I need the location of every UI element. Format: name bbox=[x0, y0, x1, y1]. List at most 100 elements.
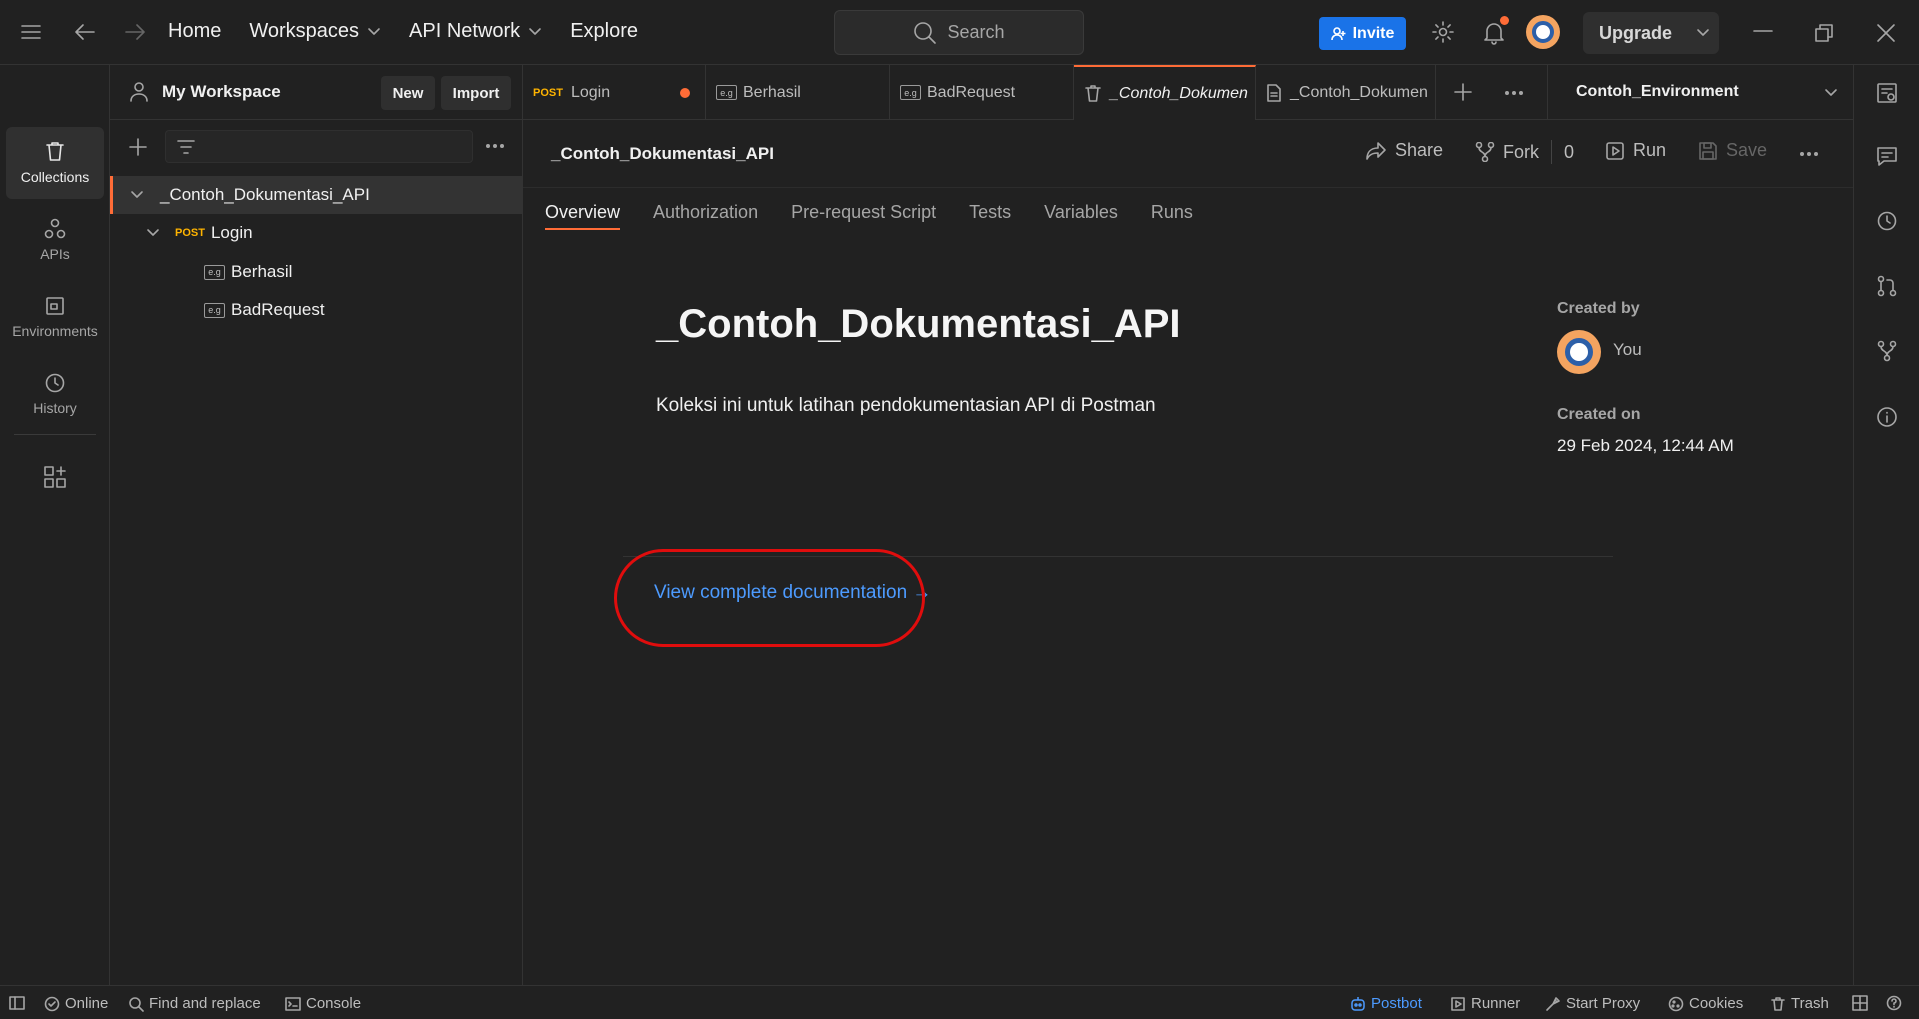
collection-icon bbox=[1085, 84, 1101, 102]
cookies-button[interactable]: Cookies bbox=[1668, 995, 1743, 1012]
forward-arrow-icon[interactable] bbox=[124, 22, 146, 42]
toggle-sidebar-icon[interactable] bbox=[9, 996, 25, 1010]
tab-bar: POST Login e.g Berhasil e.g BadRequest _… bbox=[523, 65, 1547, 120]
invite-button[interactable]: Invite bbox=[1319, 17, 1406, 50]
document-icon bbox=[1267, 83, 1281, 102]
add-collection-plus-icon[interactable] bbox=[128, 137, 148, 157]
api-network-label: API Network bbox=[409, 20, 521, 42]
workspace-title: My Workspace bbox=[162, 82, 281, 101]
chevron-down-icon bbox=[1697, 29, 1709, 36]
cookies-label: Cookies bbox=[1689, 995, 1744, 1012]
import-label: Import bbox=[452, 84, 500, 102]
tab-tests[interactable]: Tests bbox=[969, 188, 1011, 236]
tab-authorization[interactable]: Authorization bbox=[653, 188, 758, 236]
history-clock-icon bbox=[45, 373, 65, 393]
tab-badrequest[interactable]: e.g BadRequest bbox=[890, 65, 1074, 120]
tab-login[interactable]: POST Login bbox=[523, 65, 706, 120]
rail-item-apis[interactable]: APIs bbox=[6, 205, 104, 275]
example-name: BadRequest bbox=[231, 300, 325, 319]
settings-gear-icon[interactable] bbox=[1431, 20, 1455, 44]
run-button[interactable]: Run bbox=[1605, 140, 1666, 161]
tree-item-request-login[interactable]: POST Login bbox=[110, 214, 522, 252]
new-button[interactable]: New bbox=[381, 76, 435, 110]
rail-label-apis: APIs bbox=[40, 246, 70, 262]
rail-item-environments[interactable]: Environments bbox=[6, 282, 104, 352]
chevron-down-icon bbox=[147, 229, 159, 236]
notifications-bell-icon[interactable] bbox=[1482, 16, 1509, 46]
postbot-button[interactable]: Postbot bbox=[1350, 995, 1422, 1012]
postbot-icon bbox=[1351, 996, 1365, 1011]
two-pane-view-icon[interactable] bbox=[1852, 995, 1868, 1011]
save-button[interactable]: Save bbox=[1698, 140, 1767, 161]
rail-item-history[interactable]: History bbox=[6, 359, 104, 429]
add-user-icon bbox=[1330, 26, 1346, 40]
tree-item-example-badrequest[interactable]: e.g BadRequest bbox=[110, 291, 522, 329]
tab-variables[interactable]: Variables bbox=[1044, 188, 1118, 236]
share-label: Share bbox=[1395, 140, 1444, 160]
runner-button[interactable]: Runner bbox=[1450, 995, 1520, 1012]
pull-requests-icon[interactable] bbox=[1876, 275, 1898, 297]
trash-button[interactable]: Trash bbox=[1770, 995, 1829, 1012]
find-replace-button[interactable]: Find and replace bbox=[128, 995, 261, 1012]
tab-collection-docs[interactable]: _Contoh_Dokumen bbox=[1256, 65, 1436, 120]
online-status[interactable]: Online bbox=[44, 995, 108, 1012]
documentation-description[interactable]: Koleksi ini untuk latihan pendokumentasi… bbox=[656, 395, 1156, 417]
notification-dot bbox=[1500, 16, 1509, 25]
more-options-icon[interactable] bbox=[485, 142, 505, 150]
workspaces-menu[interactable]: Workspaces bbox=[249, 20, 381, 43]
close-icon[interactable] bbox=[1876, 23, 1896, 43]
filter-input[interactable] bbox=[165, 130, 473, 163]
example-icon: e.g bbox=[716, 85, 737, 100]
fork-count: 0 bbox=[1564, 141, 1575, 162]
rail-item-collections[interactable]: Collections bbox=[6, 127, 104, 199]
environment-selector[interactable]: Contoh_Environment bbox=[1547, 65, 1853, 120]
back-arrow-icon[interactable] bbox=[74, 22, 96, 42]
user-avatar[interactable] bbox=[1526, 15, 1560, 49]
menu-icon[interactable] bbox=[20, 22, 42, 42]
share-button[interactable]: Share bbox=[1365, 140, 1443, 161]
info-icon[interactable] bbox=[1876, 406, 1898, 428]
tab-runs[interactable]: Runs bbox=[1151, 188, 1193, 236]
tab-label: Login bbox=[570, 83, 611, 101]
tab-collection-overview[interactable]: _Contoh_Dokumen bbox=[1074, 65, 1256, 120]
help-icon[interactable] bbox=[1886, 995, 1902, 1011]
explore-label: Explore bbox=[570, 20, 638, 42]
filter-icon bbox=[177, 140, 195, 154]
collection-name: _Contoh_Dokumentasi_API bbox=[160, 185, 370, 204]
forks-icon[interactable] bbox=[1876, 340, 1898, 362]
api-network-menu[interactable]: API Network bbox=[409, 20, 542, 43]
restore-icon[interactable] bbox=[1814, 23, 1834, 43]
tab-overview[interactable]: Overview bbox=[545, 188, 621, 236]
collection-title: _Contoh_Dokumentasi_API bbox=[551, 143, 774, 163]
changelog-history-icon[interactable] bbox=[1876, 210, 1898, 232]
tab-options-icon[interactable] bbox=[1504, 89, 1524, 97]
minimize-icon[interactable] bbox=[1752, 26, 1774, 36]
tab-label: _Contoh_Dokumen bbox=[1290, 83, 1428, 101]
new-tab-plus-icon[interactable] bbox=[1453, 82, 1473, 102]
tab-pre-request-script[interactable]: Pre-request Script bbox=[791, 188, 936, 236]
comments-icon[interactable] bbox=[1876, 145, 1898, 167]
created-on-label: Created on bbox=[1557, 406, 1641, 423]
search-icon bbox=[129, 996, 144, 1012]
console-button[interactable]: Console bbox=[285, 995, 361, 1012]
home-link[interactable]: Home bbox=[168, 20, 221, 43]
search-bar[interactable]: Search bbox=[834, 10, 1084, 55]
tree-item-example-berhasil[interactable]: e.g Berhasil bbox=[110, 253, 522, 291]
fork-button[interactable]: Fork 0 bbox=[1475, 140, 1574, 164]
user-icon bbox=[130, 82, 148, 102]
more-actions-icon[interactable] bbox=[1799, 150, 1819, 158]
configure-workbench-icon[interactable] bbox=[43, 465, 67, 489]
filter-row bbox=[110, 120, 522, 175]
upgrade-button[interactable]: Upgrade bbox=[1583, 12, 1719, 54]
find-replace-label: Find and replace bbox=[149, 995, 261, 1012]
method-badge: POST bbox=[533, 86, 563, 99]
apis-icon bbox=[44, 218, 66, 239]
save-icon bbox=[1699, 141, 1717, 160]
documentation-title[interactable]: _Contoh_Dokumentasi_API bbox=[656, 302, 1181, 347]
environment-quick-look-icon[interactable] bbox=[1876, 82, 1898, 104]
import-button[interactable]: Import bbox=[441, 76, 511, 110]
tab-berhasil[interactable]: e.g Berhasil bbox=[706, 65, 890, 120]
start-proxy-button[interactable]: Start Proxy bbox=[1545, 995, 1640, 1012]
explore-link[interactable]: Explore bbox=[570, 20, 638, 43]
tree-item-collection[interactable]: _Contoh_Dokumentasi_API bbox=[110, 176, 522, 214]
